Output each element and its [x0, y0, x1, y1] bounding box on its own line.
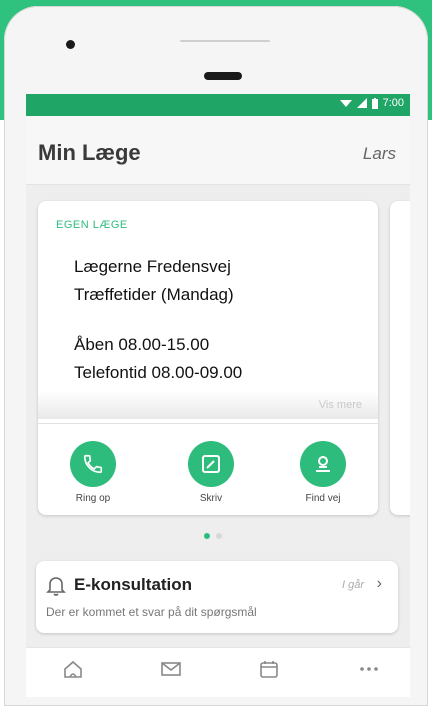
- more-icon: [360, 667, 378, 671]
- open-hours: Åben 08.00-15.00: [74, 335, 210, 354]
- signal-icon: [356, 98, 367, 108]
- directions-circle: [300, 441, 346, 487]
- screen: 7:00 Min Læge Lars EGEN LÆGE Lægerne Fre…: [26, 94, 410, 697]
- calendar-icon: [260, 661, 278, 678]
- phone-hours: Telefontid 08.00-09.00: [74, 363, 243, 382]
- call-button[interactable]: Ring op: [58, 441, 128, 504]
- content-area: EGEN LÆGE Lægerne Fredensvej Træffetider…: [26, 185, 410, 697]
- next-card-peek[interactable]: [390, 201, 410, 515]
- page-title: Min Læge: [38, 140, 141, 165]
- status-icons: 7:00: [339, 97, 404, 109]
- clinic-name: Lægerne Fredensvej: [74, 257, 231, 276]
- call-circle: [70, 441, 116, 487]
- phone-icon: [83, 454, 103, 474]
- pager-dot-active[interactable]: [204, 533, 210, 539]
- app-bar: Min Læge Lars: [26, 116, 410, 185]
- nav-home[interactable]: [58, 656, 88, 682]
- home-icon: [64, 660, 82, 678]
- econsultation-card[interactable]: E-konsultation I går › Der er kommet et …: [36, 561, 398, 633]
- write-label: Skriv: [199, 493, 223, 504]
- status-bar: 7:00: [26, 94, 410, 116]
- nav-calendar[interactable]: [254, 656, 284, 682]
- bottom-nav: [26, 647, 410, 697]
- hours-title: Træffetider (Mandag): [74, 285, 234, 304]
- call-label: Ring op: [75, 493, 111, 504]
- directions-label: Find vej: [305, 493, 341, 504]
- camera-icon: [66, 40, 75, 49]
- directions-button[interactable]: Find vej: [288, 441, 358, 504]
- card-label: EGEN LÆGE: [56, 219, 128, 231]
- location-icon: [316, 456, 330, 472]
- nav-messages[interactable]: [156, 656, 186, 682]
- econsultation-subtitle: Der er kommet et svar på dit spørgsmål: [46, 605, 257, 619]
- chevron-right-icon: ›: [376, 575, 382, 592]
- pager-dot[interactable]: [216, 533, 222, 539]
- bell-icon: [46, 577, 66, 596]
- speaker-grille: [180, 40, 270, 42]
- econsultation-date: I går: [341, 579, 364, 591]
- sensor: [204, 72, 242, 80]
- write-circle: [188, 441, 234, 487]
- doctor-card[interactable]: EGEN LÆGE Lægerne Fredensvej Træffetider…: [38, 201, 378, 515]
- wifi-icon: [339, 100, 352, 107]
- nav-more[interactable]: [354, 656, 384, 682]
- carousel-pager: [204, 533, 222, 539]
- edit-icon: [202, 455, 220, 473]
- user-name[interactable]: Lars: [363, 144, 396, 164]
- status-time: 7:00: [382, 97, 404, 109]
- battery-icon: [371, 97, 378, 109]
- see-more-link[interactable]: Vis mere: [319, 399, 362, 411]
- econsultation-title: E-konsultation: [74, 575, 193, 594]
- write-button[interactable]: Skriv: [176, 441, 246, 504]
- divider: [38, 423, 378, 424]
- mail-icon: [161, 662, 181, 676]
